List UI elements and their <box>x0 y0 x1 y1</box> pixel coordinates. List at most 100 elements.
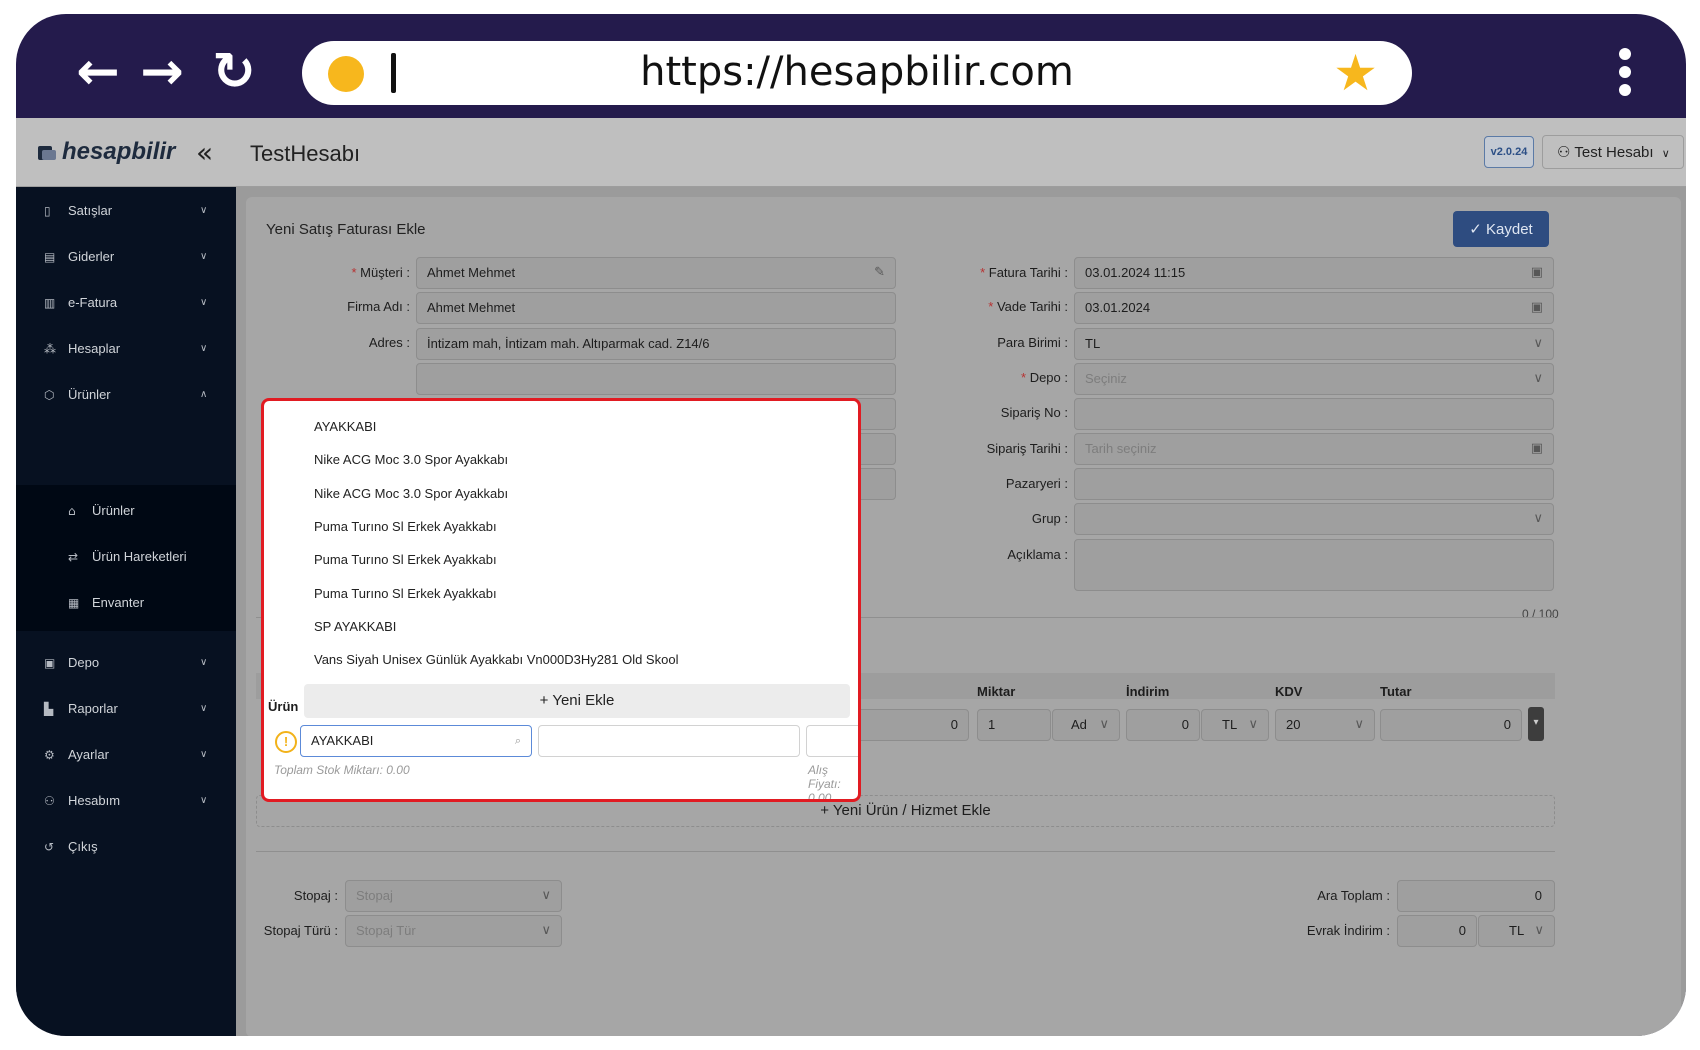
subtotal-value: 0 <box>1397 880 1555 912</box>
browser-toolbar: ← → ↻ https://hesapbilir.com ★ <box>16 14 1686 128</box>
sidebar-item-giderler[interactable]: ▤ Giderler ∨ <box>16 235 236 279</box>
order-no-field[interactable] <box>1074 398 1554 430</box>
column-header-discount: İndirim <box>1126 684 1170 699</box>
company-field[interactable]: Ahmet Mehmet <box>416 292 896 324</box>
subtotal-label: Ara Toplam : <box>1317 888 1390 903</box>
dropdown-option[interactable]: Vans Siyah Unisex Günlük Ayakkabı Vn000D… <box>314 652 678 667</box>
order-date-field[interactable]: Tarih seçiniz ▣ <box>1074 433 1554 465</box>
quantity-input[interactable]: 1 <box>977 709 1051 741</box>
discount-currency-select[interactable]: TL ∨ <box>1201 709 1269 741</box>
address-bar[interactable]: https://hesapbilir.com ★ <box>302 41 1412 105</box>
required-mark: * <box>1021 370 1030 385</box>
back-arrow-icon[interactable]: ← <box>68 42 128 102</box>
sidebar-item-efatura[interactable]: ▥ e-Fatura ∨ <box>16 281 236 325</box>
menu-kebab-icon[interactable] <box>1612 44 1638 100</box>
save-button[interactable]: ✓ Kaydet <box>1453 211 1549 247</box>
sidebar-submenu: ⌂ Ürünler ⇄ Ürün Hareketleri ▦ Envanter <box>16 485 236 631</box>
document-icon: ▥ <box>44 296 56 310</box>
user-menu-button[interactable]: ⚇ Test Hesabı ∨ <box>1542 135 1684 169</box>
company-label: Firma Adı : <box>347 299 410 314</box>
chevron-up-icon: ∧ <box>200 389 208 400</box>
group-select[interactable]: ∨ <box>1074 503 1554 535</box>
description-label: Açıklama : <box>1007 547 1068 562</box>
sidebar-item-urunler[interactable]: ⬡ Ürünler ∧ <box>16 373 236 417</box>
doc-discount-input[interactable]: 0 <box>1397 915 1477 947</box>
currency-select[interactable]: TL ∨ <box>1074 328 1554 360</box>
dropdown-option[interactable]: Puma Turıno Sl Erkek Ayakkabı <box>314 519 497 534</box>
edit-icon[interactable]: ✎ <box>874 258 885 288</box>
customer-field[interactable]: Ahmet Mehmet ✎ <box>416 257 896 289</box>
due-date-field[interactable]: 03.01.2024 ▣ <box>1074 292 1554 324</box>
invoice-date-label-text: Fatura Tarihi : <box>988 265 1068 280</box>
doc-discount-currency-select[interactable]: TL ∨ <box>1478 915 1555 947</box>
forward-arrow-icon[interactable]: → <box>132 42 192 102</box>
sidebar-item-satislar[interactable]: ▯ Satışlar ∨ <box>16 189 236 233</box>
marketplace-field[interactable] <box>1074 468 1554 500</box>
vat-value: 20 <box>1286 717 1301 732</box>
depot-select[interactable]: Seçiniz ∨ <box>1074 363 1554 395</box>
unit-value: Ad <box>1071 717 1087 732</box>
sidebar-item-hesaplar[interactable]: ⁂ Hesaplar ∨ <box>16 327 236 371</box>
sidebar-item-hesabim[interactable]: ⚇ Hesabım ∨ <box>16 779 236 823</box>
column-header-total: Tutar <box>1380 684 1412 699</box>
currency-label: Para Birimi : <box>997 335 1068 350</box>
due-date-label-text: Vade Tarihi : <box>996 299 1068 314</box>
sidebar-item-raporlar[interactable]: ▙ Raporlar ∨ <box>16 687 236 731</box>
sidebar-subitem-urunler[interactable]: ⌂ Ürünler <box>16 489 236 533</box>
chevron-down-icon: ∨ <box>200 343 208 354</box>
url-text[interactable]: https://hesapbilir.com <box>302 41 1412 103</box>
invoice-date-field[interactable]: 03.01.2024 11:15 ▣ <box>1074 257 1554 289</box>
unit-price-input-left[interactable] <box>806 725 858 757</box>
unit-select[interactable]: Ad ∨ <box>1052 709 1120 741</box>
user-name: Test Hesabı <box>1574 144 1654 161</box>
reload-icon[interactable]: ↻ <box>204 42 264 102</box>
address-field[interactable]: İntizam mah, İntizam mah. Altıparmak cad… <box>416 328 896 360</box>
sidebar-item-cikis[interactable]: ↺ Çıkış <box>16 825 236 869</box>
product-description-input[interactable] <box>538 725 800 757</box>
depot-placeholder: Seçiniz <box>1085 371 1127 386</box>
stock-info: Toplam Stok Miktarı: 0.00 <box>274 763 410 777</box>
sidebar-item-ayarlar[interactable]: ⚙ Ayarlar ∨ <box>16 733 236 777</box>
version-badge: v2.0.24 <box>1484 136 1534 168</box>
total-input[interactable]: 0 <box>1380 709 1522 741</box>
dropdown-option[interactable]: Nike ACG Moc 3.0 Spor Ayakkabı <box>314 452 508 467</box>
new-product-button[interactable]: + Yeni Ekle <box>304 684 850 718</box>
sidebar-item-label: Hesabım <box>68 793 121 808</box>
user-icon: ⚇ <box>1557 143 1571 161</box>
purchase-price-info: Alış Fiyatı: 0.00 <box>808 763 841 802</box>
dropdown-option[interactable]: Puma Turıno Sl Erkek Ayakkabı <box>314 552 497 567</box>
chevron-down-icon: ∨ <box>1533 511 1543 526</box>
customer-label-text: Müşteri : <box>360 265 410 280</box>
sidebar-item-label: Satışlar <box>68 203 113 218</box>
bookmark-star-icon[interactable]: ★ <box>1333 43 1378 103</box>
transfer-icon: ⇄ <box>68 550 79 564</box>
product-search-input[interactable]: AYAKKABI ⌕ <box>300 725 532 757</box>
dropdown-option[interactable]: SP AYAKKABI <box>314 619 396 634</box>
product-search-value: AYAKKABI <box>311 733 374 748</box>
invoice-date-value: 03.01.2024 11:15 <box>1085 265 1186 280</box>
dropdown-option[interactable]: Puma Turıno Sl Erkek Ayakkabı <box>314 586 497 601</box>
grid-icon: ▦ <box>68 596 80 610</box>
sidebar-item-label: Çıkış <box>68 839 98 854</box>
form-field-hidden-1[interactable] <box>416 363 896 395</box>
chevron-down-icon: ∨ <box>1354 717 1364 732</box>
sidebar-item-label: e-Fatura <box>68 295 118 310</box>
dropdown-option[interactable]: Nike ACG Moc 3.0 Spor Ayakkabı <box>314 486 508 501</box>
sidebar-item-depo[interactable]: ▣ Depo ∨ <box>16 641 236 685</box>
sidebar-subitem-urun-hareketleri[interactable]: ⇄ Ürün Hareketleri <box>16 535 236 579</box>
required-mark: * <box>988 299 997 314</box>
calendar-icon: ▣ <box>1530 441 1543 456</box>
stopaj-type-select[interactable]: Stopaj Tür ∨ <box>345 915 562 947</box>
dropdown-option[interactable]: AYAKKABI <box>314 419 376 434</box>
discount-input[interactable]: 0 <box>1126 709 1200 741</box>
vat-select[interactable]: 20 ∨ <box>1275 709 1375 741</box>
chevron-down-icon: ∨ <box>200 749 208 760</box>
stopaj-select[interactable]: Stopaj ∨ <box>345 880 562 912</box>
sidebar-subitem-envanter[interactable]: ▦ Envanter <box>16 581 236 625</box>
chevron-down-icon: ∨ <box>1661 147 1670 160</box>
description-textarea[interactable] <box>1074 539 1554 591</box>
description-counter: 0 / 100 <box>1522 607 1559 621</box>
row-options-button[interactable]: ▾ <box>1528 707 1544 741</box>
app-logo[interactable]: hesapbilir <box>36 138 175 166</box>
collapse-sidebar-icon[interactable]: « <box>196 136 213 169</box>
